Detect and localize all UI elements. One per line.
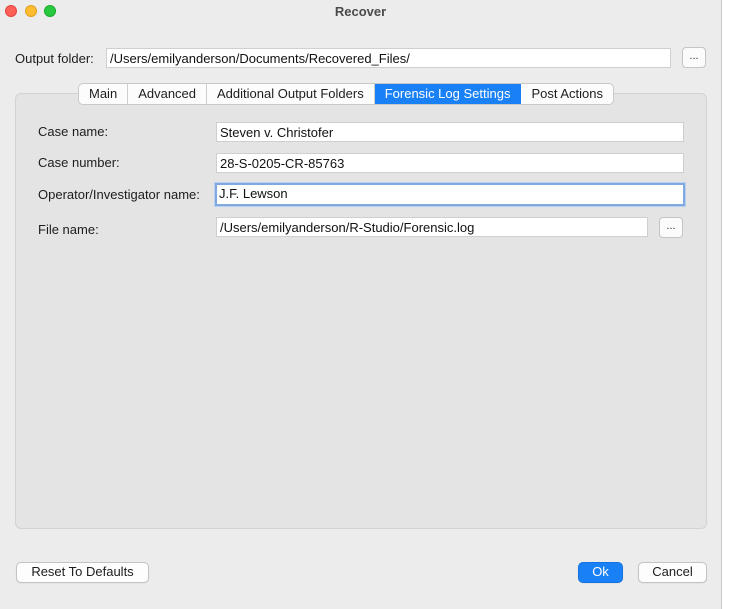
title-bar: Recover <box>0 0 721 22</box>
tab-additional-output-folders[interactable]: Additional Output Folders <box>207 84 375 104</box>
output-folder-label: Output folder: <box>15 51 94 66</box>
cancel-button[interactable]: Cancel <box>638 562 707 583</box>
recover-dialog: Recover Output folder: /Users/emilyander… <box>0 0 722 609</box>
file-name-browse-button[interactable]: ... <box>659 217 683 238</box>
tab-post-actions[interactable]: Post Actions <box>521 84 613 104</box>
settings-tab-bar: Main Advanced Additional Output Folders … <box>78 83 614 105</box>
output-folder-browse-button[interactable]: ... <box>682 47 706 68</box>
case-name-label: Case name: <box>38 124 109 139</box>
file-name-input[interactable]: /Users/emilyanderson/R-Studio/Forensic.l… <box>216 217 648 237</box>
tab-content-panel: Case name: Steven v. Christofer Case num… <box>15 93 707 529</box>
ok-button[interactable]: Ok <box>578 562 623 583</box>
tab-forensic-log-settings[interactable]: Forensic Log Settings <box>374 84 522 104</box>
case-name-input[interactable]: Steven v. Christofer <box>216 122 684 142</box>
window-title: Recover <box>334 4 387 19</box>
output-folder-input[interactable]: /Users/emilyanderson/Documents/Recovered… <box>106 48 671 68</box>
tab-advanced[interactable]: Advanced <box>128 84 208 104</box>
case-number-label: Case number: <box>38 155 120 170</box>
reset-to-defaults-button[interactable]: Reset To Defaults <box>16 562 149 583</box>
case-number-input[interactable]: 28-S-0205-CR-85763 <box>216 153 684 173</box>
operator-name-label: Operator/Investigator name: <box>38 187 200 202</box>
tab-main[interactable]: Main <box>79 84 129 104</box>
file-name-label: File name: <box>38 222 99 237</box>
operator-name-input[interactable]: J.F. Lewson <box>215 183 685 206</box>
